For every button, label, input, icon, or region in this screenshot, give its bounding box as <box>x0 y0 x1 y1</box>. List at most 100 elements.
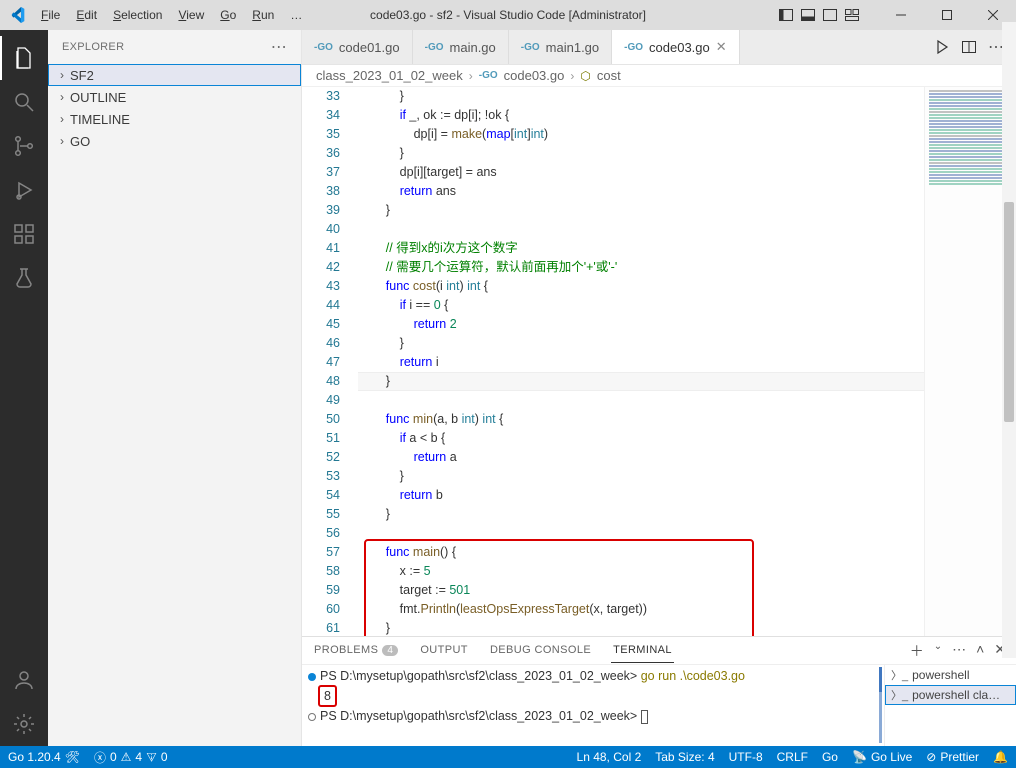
panel-tab-terminal[interactable]: TERMINAL <box>611 638 674 663</box>
explorer-header: EXPLORER ⋯ <box>48 30 301 64</box>
status-problems[interactable]: ⓧ0 ⚠4 ⚠0 <box>94 749 168 766</box>
editor-scrollbar[interactable] <box>1002 22 1016 658</box>
menu-selection[interactable]: Selection <box>106 4 169 26</box>
new-terminal-icon[interactable]: ＋ <box>910 641 924 661</box>
toggle-panel-icon[interactable] <box>800 7 816 23</box>
status-notifications-icon[interactable]: 🔔 <box>993 750 1008 764</box>
status-encoding[interactable]: UTF-8 <box>729 750 763 764</box>
status-eol[interactable]: CRLF <box>777 750 808 764</box>
run-icon[interactable] <box>934 39 950 55</box>
terminal-list-item[interactable]: 〉_ powershell <box>885 665 1016 685</box>
chevron-right-icon: › <box>570 69 574 83</box>
highlight-box <box>364 539 754 636</box>
menu-bar: FileEditSelectionViewGoRun… <box>34 4 309 26</box>
sidebar-section-sf2[interactable]: ›SF2 <box>48 64 301 86</box>
section-label: SF2 <box>70 68 94 83</box>
chevron-right-icon: › <box>54 134 70 148</box>
chevron-right-icon: › <box>54 112 70 126</box>
explorer-more-icon[interactable]: ⋯ <box>271 37 287 57</box>
section-label: TIMELINE <box>70 112 130 127</box>
editor-tab-main-go[interactable]: -GO main.go <box>413 30 509 64</box>
line-number-gutter: 3334353637383940414243444546474849505152… <box>302 87 358 636</box>
editor-tab-main1-go[interactable]: -GOmain1.go <box>509 30 612 64</box>
tools-icon: 🛠 <box>65 750 80 764</box>
terminal[interactable]: PS D:\mysetup\gopath\src\sf2\class_2023_… <box>302 665 884 746</box>
activity-accounts-icon[interactable] <box>0 658 48 702</box>
scrollbar-thumb[interactable] <box>1004 202 1014 422</box>
code-editor[interactable]: 3334353637383940414243444546474849505152… <box>302 87 1016 636</box>
warning-icon: ⚠ <box>121 750 132 764</box>
explorer-sidebar: EXPLORER ⋯ ›SF2›OUTLINE›TIMELINE›GO <box>48 30 302 746</box>
terminal-icon: 〉_ <box>891 687 908 703</box>
layout-controls[interactable] <box>778 7 860 23</box>
status-ln-col[interactable]: Ln 48, Col 2 <box>577 750 642 764</box>
editor-tab-code01-go[interactable]: -GO code01.go <box>302 30 413 64</box>
breadcrumb-symbol[interactable]: cost <box>597 68 621 83</box>
code-content[interactable]: } if _, ok := dp[i]; !ok { dp[i] = make(… <box>358 87 1016 636</box>
activity-settings-gear-icon[interactable] <box>0 702 48 746</box>
tab-label: code03.go <box>649 40 710 55</box>
info-icon: ⚠ <box>146 750 157 764</box>
editor-tabs: -GOcode01.go-GOmain.go-GOmain1.go-GOcode… <box>302 30 1016 65</box>
terminal-icon: 〉_ <box>891 667 908 683</box>
activity-extensions-icon[interactable] <box>0 212 48 256</box>
go-file-icon: -GO <box>425 42 444 53</box>
split-editor-icon[interactable] <box>962 40 976 54</box>
activity-search-icon[interactable] <box>0 80 48 124</box>
status-prettier[interactable]: ⊘Prettier <box>926 750 979 764</box>
menu-edit[interactable]: Edit <box>69 4 104 26</box>
status-language[interactable]: Go <box>822 750 838 764</box>
window-maximize-button[interactable] <box>924 0 970 30</box>
status-tab-size[interactable]: Tab Size: 4 <box>655 750 714 764</box>
panel-tab-problems[interactable]: PROBLEMS4 <box>312 638 400 663</box>
tab-label: main.go <box>450 40 496 55</box>
section-label: OUTLINE <box>70 90 126 105</box>
chevron-right-icon: › <box>54 68 70 82</box>
tab-label: code01.go <box>339 40 400 55</box>
editor-tab-code03-go[interactable]: -GOcode03.go✕ <box>612 30 740 64</box>
menu-view[interactable]: View <box>171 4 211 26</box>
close-icon[interactable]: ✕ <box>716 39 727 55</box>
menu-go[interactable]: Go <box>213 4 243 26</box>
activity-source-control-icon[interactable] <box>0 124 48 168</box>
customize-layout-icon[interactable] <box>844 7 860 23</box>
breadcrumbs[interactable]: class_2023_01_02_week › -GO code03.go › … <box>302 65 1016 87</box>
breadcrumb-file[interactable]: code03.go <box>504 68 565 83</box>
activity-testing-icon[interactable] <box>0 256 48 300</box>
activity-explorer-icon[interactable] <box>0 36 48 80</box>
menu-run[interactable]: Run <box>245 4 281 26</box>
toggle-primary-sidebar-icon[interactable] <box>778 7 794 23</box>
terminal-dropdown-icon[interactable]: ⌄ <box>934 641 942 661</box>
panel-more-icon[interactable]: ⋯ <box>952 641 966 661</box>
activity-run-debug-icon[interactable] <box>0 168 48 212</box>
sidebar-section-timeline[interactable]: ›TIMELINE <box>48 108 301 130</box>
status-go-live[interactable]: 📡Go Live <box>852 750 912 764</box>
terminal-output-line: 8 <box>308 685 878 707</box>
window-minimize-button[interactable] <box>878 0 924 30</box>
panel-tab-output[interactable]: OUTPUT <box>418 638 470 663</box>
sidebar-section-go[interactable]: ›GO <box>48 130 301 152</box>
badge: 4 <box>382 645 398 656</box>
activity-bar <box>0 30 48 746</box>
terminal-label: powershell <box>912 668 969 682</box>
error-icon: ⓧ <box>94 749 106 766</box>
chevron-right-icon: › <box>469 69 473 83</box>
bottom-panel: PROBLEMS4 OUTPUT DEBUG CONSOLE TERMINAL ＋ ⌄… <box>302 636 1016 746</box>
panel-tabs: PROBLEMS4 OUTPUT DEBUG CONSOLE TERMINAL ＋ ⌄… <box>302 637 1016 665</box>
toggle-secondary-sidebar-icon[interactable] <box>822 7 838 23</box>
go-file-icon: -GO <box>314 42 333 53</box>
status-dot-icon <box>308 713 316 721</box>
menu-…[interactable]: … <box>283 4 309 26</box>
vscode-icon <box>0 7 34 23</box>
terminal-list-item[interactable]: 〉_powershell cla… <box>885 685 1016 705</box>
sidebar-section-outline[interactable]: ›OUTLINE <box>48 86 301 108</box>
panel-tab-debug-console[interactable]: DEBUG CONSOLE <box>488 638 593 663</box>
breadcrumb-folder[interactable]: class_2023_01_02_week <box>316 68 463 83</box>
maximize-panel-icon[interactable]: ˄ <box>976 641 984 661</box>
menu-file[interactable]: File <box>34 4 67 26</box>
terminal-side-list: 〉_ powershell 〉_powershell cla… <box>884 665 1016 746</box>
status-go-version[interactable]: Go 1.20.4🛠 <box>8 750 80 764</box>
section-label: GO <box>70 134 90 149</box>
broadcast-icon: 📡 <box>852 750 867 764</box>
chevron-right-icon: › <box>54 90 70 104</box>
